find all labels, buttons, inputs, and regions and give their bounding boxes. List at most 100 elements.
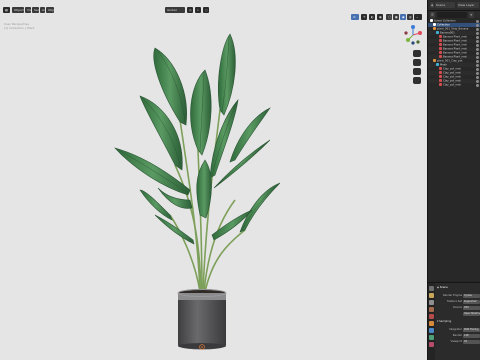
- property-value-field[interactable]: 32: [463, 340, 480, 344]
- banana-plant-render: [114, 33, 281, 350]
- outliner-display-icon[interactable]: ☰: [430, 12, 435, 18]
- material-icon: [439, 71, 442, 74]
- visibility-eye-icon[interactable]: [476, 83, 479, 87]
- property-label: Viewport: [450, 340, 462, 343]
- proportional-edit-icon[interactable]: ○: [203, 7, 209, 13]
- axis-x-icon: [418, 31, 422, 35]
- scene-selector[interactable]: Scene: [435, 2, 455, 8]
- ortho-toggle-icon[interactable]: [413, 77, 421, 84]
- object-tab-icon[interactable]: [429, 321, 434, 326]
- zoom-icon[interactable]: [413, 50, 421, 57]
- property-label: Render Engine: [443, 294, 462, 297]
- gizmo-toggle-icon[interactable]: ✢: [361, 14, 367, 20]
- shading-solid-icon[interactable]: ●: [393, 14, 399, 20]
- property-row: Feature Set Supported: [437, 299, 480, 304]
- navigation-gizmo[interactable]: [402, 24, 424, 46]
- editor-type-icon[interactable]: ▦: [3, 7, 10, 13]
- data-tab-icon[interactable]: [429, 335, 434, 340]
- shading-material-icon[interactable]: ◉: [400, 14, 406, 20]
- pot: [177, 289, 227, 350]
- property-value-field[interactable]: 128: [463, 334, 480, 338]
- scene-icon[interactable]: ◈: [430, 2, 434, 8]
- viewport-info: User Perspective (1) Collection | Plant: [4, 22, 35, 30]
- property-value-field[interactable]: Cycles: [463, 294, 480, 298]
- camera-view-icon[interactable]: [413, 68, 421, 75]
- xray-icon[interactable]: ▣: [377, 14, 383, 20]
- mode-selector[interactable]: Object Mode: [12, 7, 24, 13]
- plant-leaves: [114, 33, 281, 245]
- properties-editor[interactable]: ◈ Scene Render Engine Cycles Feature Set Su…: [428, 282, 480, 360]
- property-row: Viewport 32: [437, 339, 480, 344]
- property-row: Device CPU: [437, 305, 480, 310]
- material-icon: [439, 35, 442, 38]
- property-value-field[interactable]: Path Tracing: [463, 328, 480, 332]
- property-row: Render 128: [437, 333, 480, 338]
- top-scene-bar: ◈ Scene View Layer: [428, 0, 480, 11]
- material-tab-icon[interactable]: [429, 342, 434, 347]
- property-value-field[interactable]: CPU: [463, 306, 480, 310]
- snap-icon[interactable]: ⌖: [195, 7, 201, 13]
- overlay-toggle-icon[interactable]: ◐: [369, 14, 375, 20]
- material-icon: [439, 47, 442, 50]
- axis-z-icon: [411, 25, 415, 29]
- properties-title-text: Scene: [439, 286, 448, 289]
- collection-icon: [430, 19, 433, 22]
- material-icon: [439, 83, 442, 86]
- menu-object[interactable]: Object: [46, 7, 54, 13]
- property-label: Device: [453, 306, 462, 309]
- menu-select[interactable]: Select: [32, 7, 39, 13]
- outliner-search-input[interactable]: [437, 12, 467, 18]
- property-label: Feature Set: [447, 300, 462, 303]
- collection-icon: [433, 23, 436, 26]
- shading-rendered-icon[interactable]: ◍: [407, 14, 413, 20]
- transform-orientation[interactable]: Global: [165, 7, 185, 13]
- viewport-header: ▦ Object Mode View Select Add Object Glo…: [0, 0, 427, 20]
- mesh-icon: [436, 63, 439, 66]
- output-tab-icon[interactable]: [429, 300, 434, 305]
- property-value-field[interactable]: Open Shading: [463, 312, 480, 316]
- material-icon: [439, 75, 442, 78]
- modifier-tab-icon[interactable]: [429, 328, 434, 333]
- pan-hand-icon[interactable]: [413, 59, 421, 66]
- selectability-icon[interactable]: ⊙: [351, 14, 359, 20]
- shading-options-icon[interactable]: ⌄: [414, 14, 422, 20]
- active-object-label: (1) Collection | Plant: [4, 26, 35, 30]
- right-editors: ◈ Scene View Layer ☰ ⏷ Scene Collection C…: [427, 0, 480, 360]
- material-icon: [439, 67, 442, 70]
- property-row: Render Engine Cycles: [437, 293, 480, 298]
- pivot-icon[interactable]: ◎: [187, 7, 193, 13]
- tool-tab-icon[interactable]: [429, 286, 434, 291]
- view-layer-selector[interactable]: View Layer: [457, 2, 479, 8]
- material-icon: [439, 51, 442, 54]
- material-icon: [439, 55, 442, 58]
- mesh-icon: [436, 31, 439, 34]
- sampling-section-header[interactable]: ▾ Sampling: [437, 319, 480, 324]
- property-label: Render: [452, 334, 462, 337]
- filter-icon[interactable]: ⏷: [469, 12, 474, 18]
- material-icon: [439, 39, 442, 42]
- scene-tab-icon[interactable]: [429, 307, 434, 312]
- axis-neg-y-icon: [416, 40, 420, 44]
- property-row: Integrator Path Tracing: [437, 327, 480, 332]
- world-tab-icon[interactable]: [429, 314, 434, 319]
- material-icon: [439, 43, 442, 46]
- object-icon: [433, 59, 436, 62]
- axis-y-icon: [406, 38, 410, 42]
- object-icon: [433, 27, 436, 30]
- outliner-row[interactable]: Clay_pot_mat: [428, 83, 480, 87]
- outliner-header: ☰ ⏷: [428, 11, 480, 18]
- menu-view[interactable]: View: [25, 7, 31, 13]
- menu-add[interactable]: Add: [40, 7, 45, 13]
- outliner-row-label: Clay_pot_mat: [443, 83, 461, 87]
- 3d-viewport[interactable]: ▦ Object Mode View Select Add Object Glo…: [0, 0, 427, 360]
- property-value-field[interactable]: Supported: [463, 300, 480, 304]
- property-row: Open Shading: [437, 311, 480, 316]
- outliner[interactable]: ☰ ⏷ Scene Collection Collection plant_001_…: [428, 11, 480, 281]
- axis-neg-x-icon: [404, 31, 408, 35]
- properties-tabs: [428, 283, 435, 360]
- section-label: Sampling: [439, 320, 452, 323]
- shading-wireframe-icon[interactable]: ◯: [386, 14, 392, 20]
- properties-title: ◈ Scene: [437, 285, 480, 290]
- material-icon: [439, 79, 442, 82]
- render-tab-icon[interactable]: [429, 293, 434, 298]
